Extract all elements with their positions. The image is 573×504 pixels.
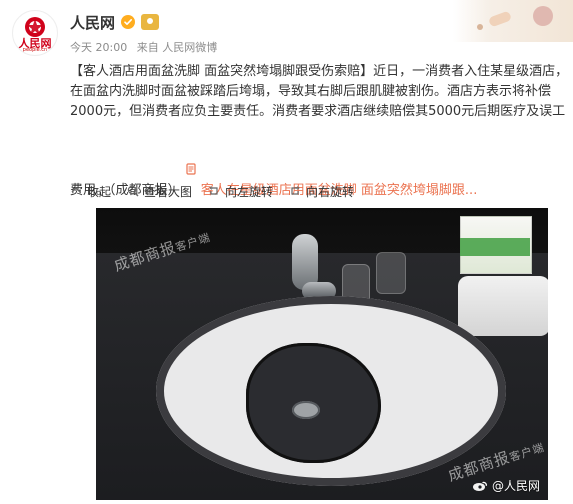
image-towel xyxy=(458,276,548,336)
post-meta: 今天 20:00 来自 人民网微博 xyxy=(70,39,223,55)
collapse-icon xyxy=(70,185,82,197)
decor-dot xyxy=(477,24,483,30)
decor-flower xyxy=(533,6,553,26)
rotate-left-button[interactable]: 向左旋转 xyxy=(208,183,273,200)
header-decoration xyxy=(453,0,573,42)
document-icon xyxy=(185,122,197,175)
account-avatar[interactable]: 人民网 people.cn xyxy=(12,10,58,56)
account-name-row: 人民网 xyxy=(70,12,160,33)
post-header: 人民网 people.cn 人民网 今天 20:00 来自 人民网微博 xyxy=(0,0,573,60)
rotate-right-icon xyxy=(289,185,301,197)
decor-leaf xyxy=(487,10,513,28)
rotate-left-icon xyxy=(208,185,220,197)
view-large-button[interactable]: 查看大图 xyxy=(127,183,192,200)
weibo-icon xyxy=(472,480,488,492)
collapse-label: 收起 xyxy=(87,184,112,199)
post-text: 【客人酒店用面盆洗脚 面盆突然垮塌脚跟受伤索赔】近日，一消费者入住某星级酒店，在… xyxy=(70,64,569,198)
image-toolbar: 收起 查看大图 向左旋转 向右旋转 xyxy=(70,181,570,201)
avatar-logo-subtext: people.cn xyxy=(22,47,48,53)
account-badge-icon xyxy=(141,14,160,30)
image-box-band xyxy=(460,238,530,256)
account-name[interactable]: 人民网 xyxy=(70,12,115,33)
view-large-label: 查看大图 xyxy=(144,184,193,199)
weibo-watermark: @人民网 xyxy=(472,477,540,494)
rotate-right-button[interactable]: 向右旋转 xyxy=(289,183,354,200)
zoom-icon xyxy=(127,185,139,197)
weibo-watermark-text: @人民网 xyxy=(491,479,540,493)
rotate-right-label: 向右旋转 xyxy=(306,184,355,199)
post-image[interactable]: 成都商报客户端 成都商报客户端 @人民网 xyxy=(96,208,548,500)
image-drain xyxy=(292,401,320,419)
rotate-left-label: 向左旋转 xyxy=(225,184,274,199)
verified-icon xyxy=(121,15,136,29)
image-glass-2 xyxy=(376,252,406,294)
post-source[interactable]: 来自 人民网微博 xyxy=(137,41,218,54)
collapse-button[interactable]: 收起 xyxy=(70,183,111,200)
post-time[interactable]: 今天 20:00 xyxy=(70,41,127,54)
